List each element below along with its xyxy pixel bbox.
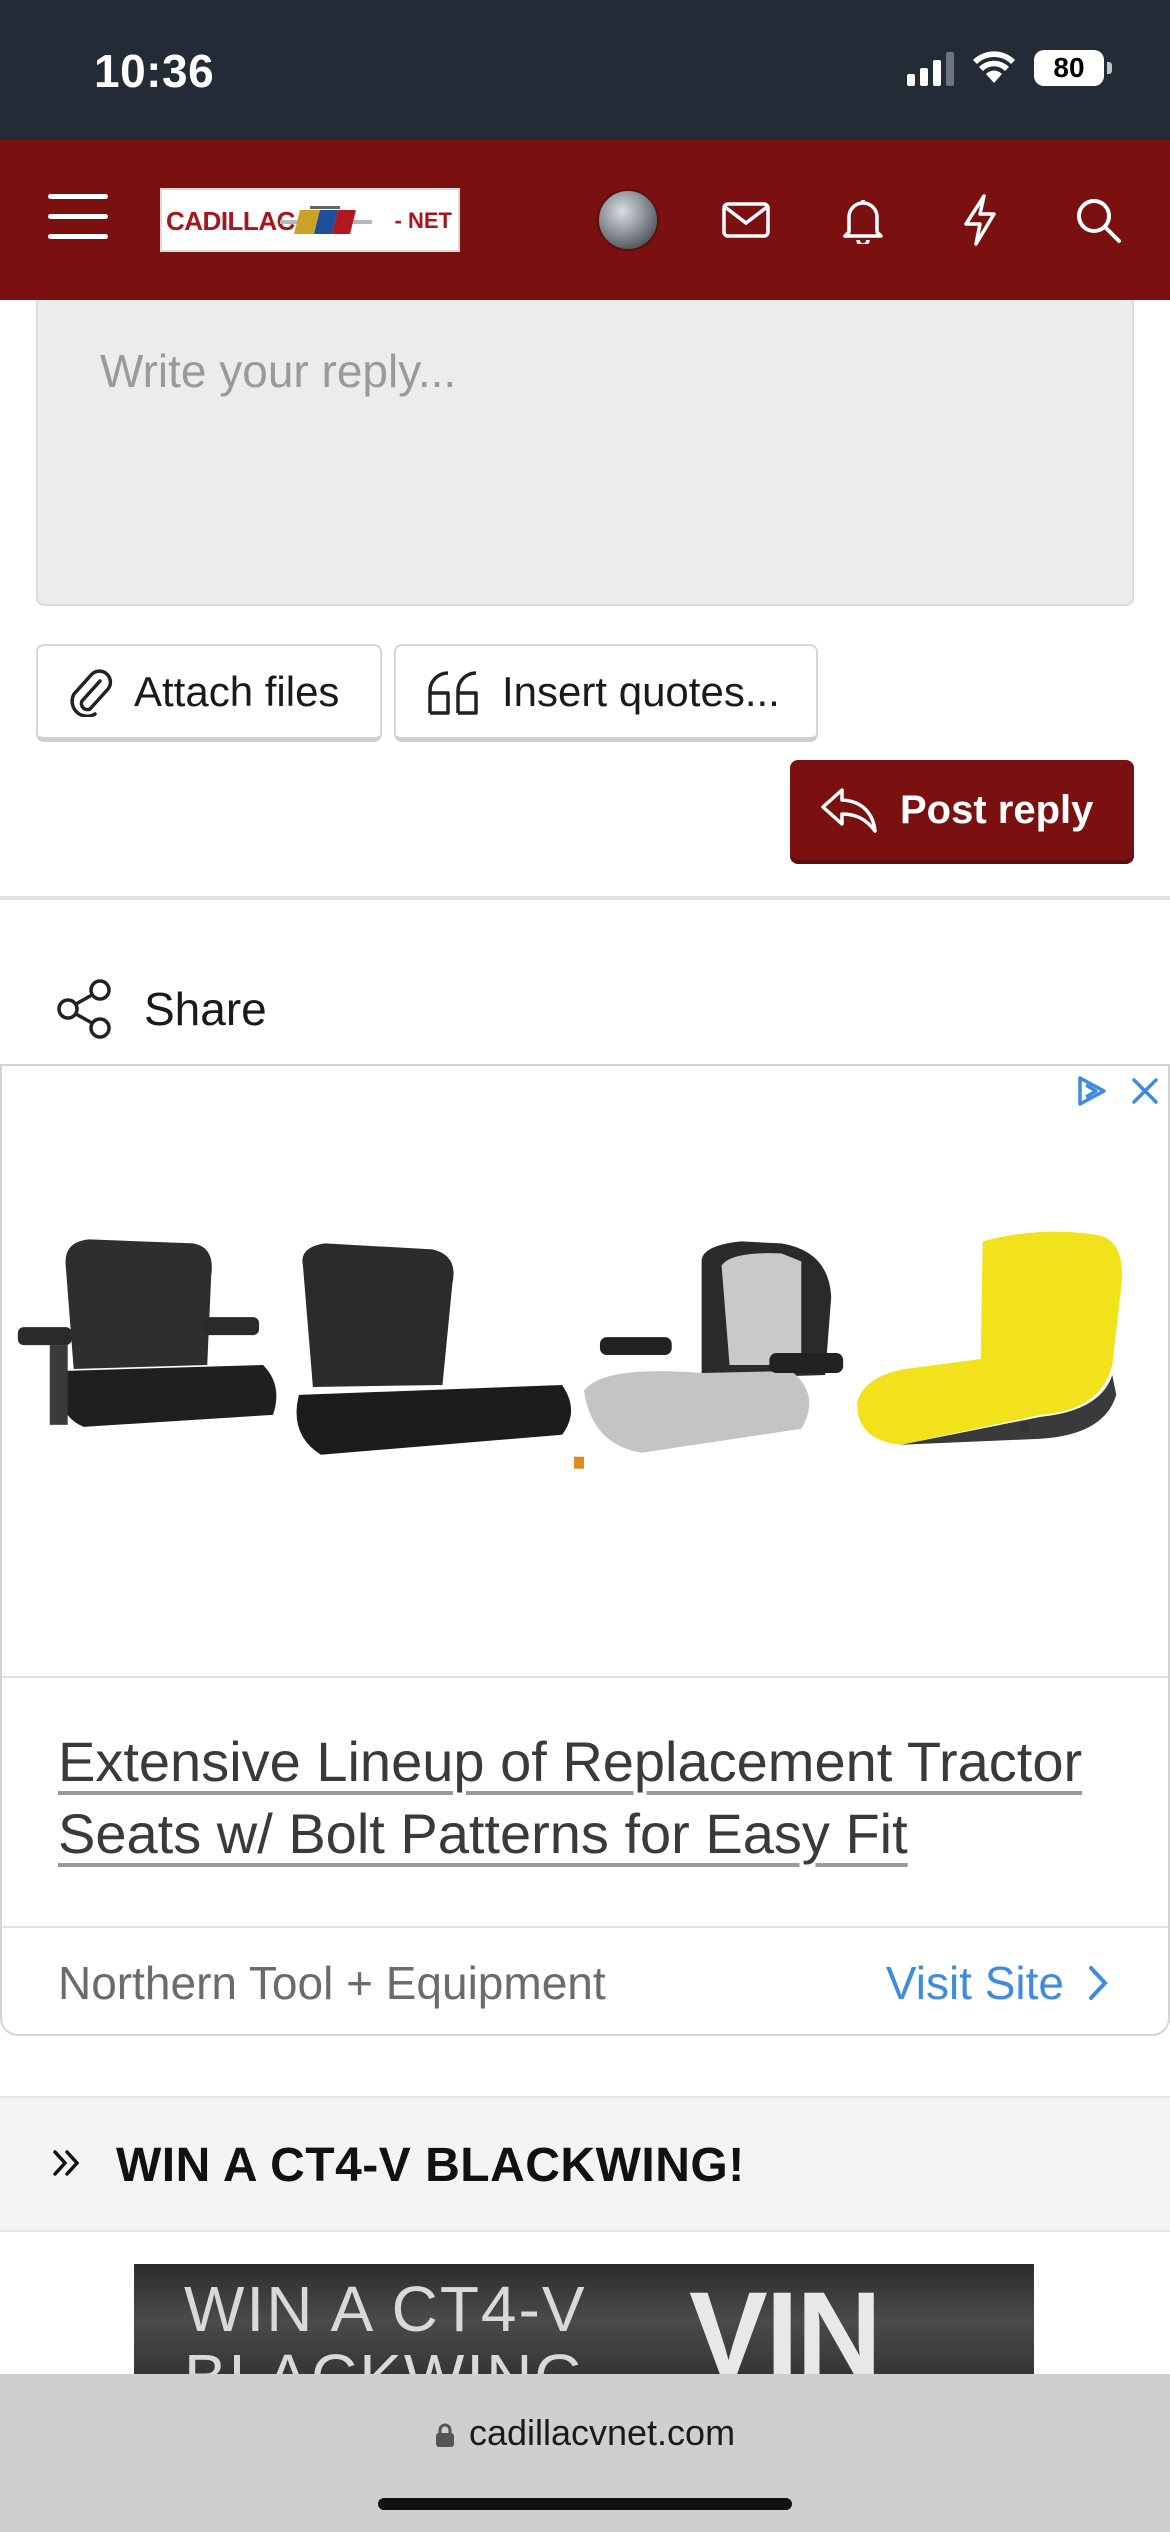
share-label: Share (144, 983, 267, 1035)
url-text: cadillacvnet.com (468, 2412, 736, 2453)
visit-site-button[interactable]: Visit Site (886, 1956, 1108, 2010)
visit-site-label: Visit Site (885, 1957, 1064, 2009)
promo-section-header[interactable]: WIN A CT4-V BLACKWING! (0, 2096, 1170, 2232)
share-button[interactable]: Share (56, 978, 267, 1040)
post-reply-button[interactable]: Post reply (790, 760, 1134, 860)
attach-files-button[interactable]: Attach files (36, 644, 382, 742)
logo-text-left: CADILLAC (166, 206, 295, 236)
promo-title: WIN A CT4-V BLACKWING! (116, 2139, 745, 2192)
bolt-icon[interactable] (942, 182, 1018, 258)
paperclip-icon (70, 668, 113, 717)
avatar (597, 189, 659, 251)
signal-icon (907, 50, 954, 86)
ad-badges (1074, 1074, 1160, 1108)
user-avatar-button[interactable] (590, 182, 666, 258)
site-logo[interactable]: CADILLAC - NET (160, 188, 460, 252)
search-icon[interactable] (1060, 182, 1136, 258)
home-indicator[interactable] (378, 2498, 792, 2510)
insert-quotes-label: Insert quotes... (502, 667, 780, 715)
adchoices-icon[interactable] (1074, 1074, 1108, 1108)
share-icon (57, 979, 111, 1039)
attach-files-label: Attach files (134, 667, 340, 715)
advertisement[interactable]: Extensive Lineup of Replacement Tractor … (0, 1064, 1170, 2036)
banner-line-1: WIN A CT4-V (184, 2273, 587, 2345)
status-bar: 10:36 80 (0, 0, 1170, 140)
section-divider (0, 896, 1170, 900)
logo-text-right: - NET (394, 208, 452, 233)
quote-icon (428, 670, 478, 715)
post-reply-label: Post reply (900, 787, 1094, 832)
bell-icon[interactable] (825, 182, 901, 258)
ad-image[interactable] (2, 1066, 1168, 1678)
status-time: 10:36 (94, 45, 215, 97)
reply-arrow-icon (821, 788, 877, 833)
insert-quotes-button[interactable]: Insert quotes... (394, 644, 818, 742)
mail-icon[interactable] (708, 182, 784, 258)
double-chevron-right-icon (53, 2150, 80, 2176)
reply-placeholder: Write your reply... (100, 345, 457, 397)
wifi-icon (973, 51, 1015, 83)
cadillac-crest-icon (280, 206, 372, 234)
battery-icon: 80 (1034, 50, 1112, 86)
chevron-right-icon (1089, 1966, 1108, 2000)
reply-editor[interactable]: Write your reply... (36, 300, 1134, 606)
status-icons: 80 (907, 50, 1112, 86)
menu-icon[interactable] (48, 194, 108, 244)
lock-icon (435, 2424, 454, 2448)
battery-level: 80 (1034, 50, 1104, 86)
ad-footer: Northern Tool + Equipment Visit Site (2, 1926, 1168, 2034)
close-icon[interactable] (1130, 1076, 1160, 1106)
site-header: CADILLAC - NET (0, 140, 1170, 300)
browser-address-bar[interactable]: cadillacvnet.com (0, 2374, 1170, 2532)
ad-advertiser[interactable]: Northern Tool + Equipment (58, 1956, 606, 2010)
url-display[interactable]: cadillacvnet.com (0, 2412, 1170, 2454)
ad-headline[interactable]: Extensive Lineup of Replacement Tractor … (58, 1726, 1118, 1870)
